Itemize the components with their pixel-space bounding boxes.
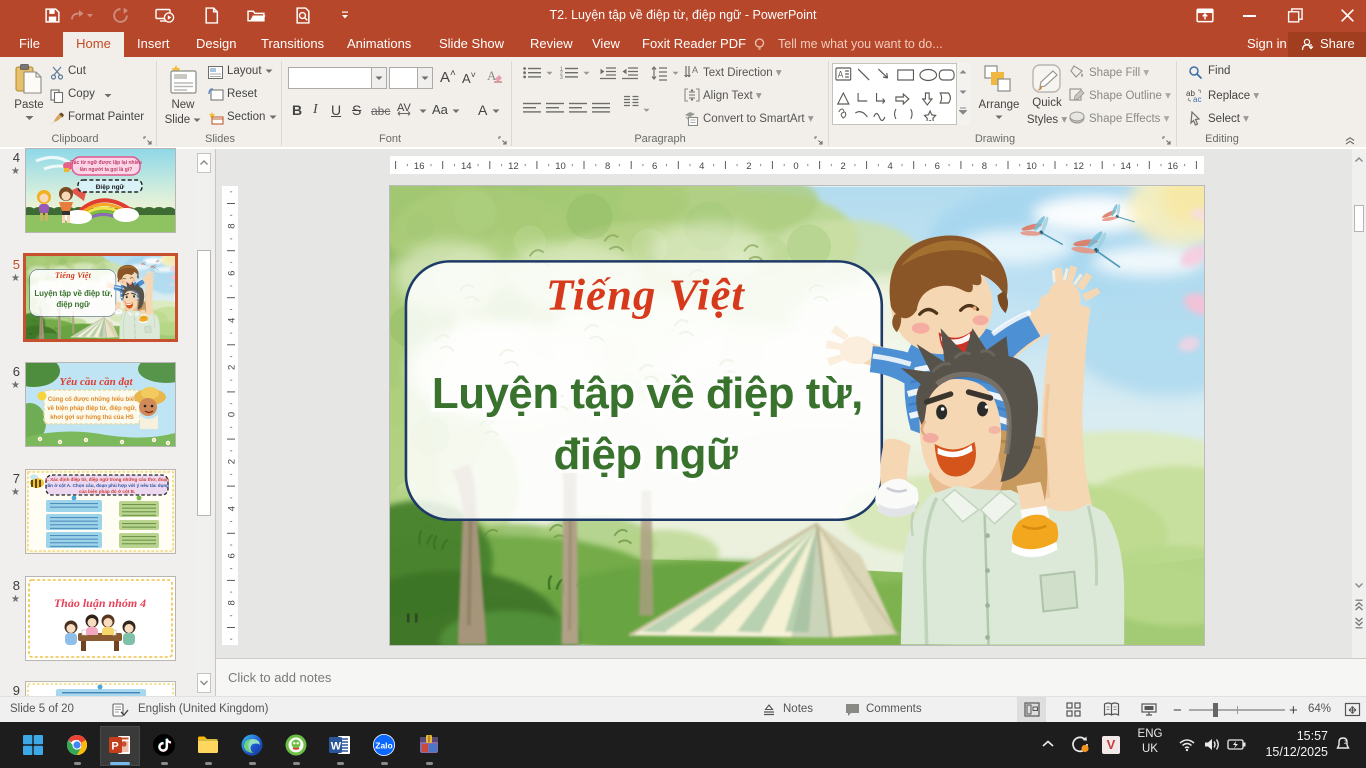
svg-text:6: 6 bbox=[652, 161, 657, 172]
svg-text:16: 16 bbox=[1168, 161, 1179, 172]
svg-text:14: 14 bbox=[461, 161, 472, 172]
svg-text:8: 8 bbox=[982, 161, 987, 172]
svg-text:khơi gợi sự hứng thú của HS: khơi gợi sự hứng thú của HS bbox=[50, 415, 134, 421]
svg-text:A: A bbox=[838, 69, 844, 79]
svg-text:4: 4 bbox=[699, 161, 704, 172]
svg-text:Củng cố được những hiểu biết: Củng cố được những hiểu biết bbox=[48, 396, 136, 403]
svg-text:2: 2 bbox=[746, 161, 751, 172]
svg-text:Điệp ngữ: Điệp ngữ bbox=[96, 184, 125, 191]
svg-text:4: 4 bbox=[227, 318, 238, 323]
svg-text:10: 10 bbox=[555, 161, 566, 172]
svg-text:12: 12 bbox=[1073, 161, 1084, 172]
svg-text:8: 8 bbox=[605, 161, 610, 172]
svg-text:8: 8 bbox=[227, 223, 238, 228]
svg-text:14: 14 bbox=[1120, 161, 1131, 172]
svg-text:4: 4 bbox=[227, 506, 238, 511]
svg-text:6: 6 bbox=[935, 161, 940, 172]
svg-text:1. Xác định điệp từ, điệp ngữ: 1. Xác định điệp từ, điệp ngữ trong nhữn… bbox=[45, 477, 169, 482]
svg-text:ac: ac bbox=[1193, 95, 1201, 103]
svg-text:Yêu cầu cần đạt: Yêu cầu cần đạt bbox=[59, 376, 133, 388]
svg-text:6: 6 bbox=[227, 271, 238, 276]
svg-text:Tiếng Việt: Tiếng Việt bbox=[55, 271, 92, 280]
svg-text:0: 0 bbox=[793, 161, 798, 172]
svg-text:Zalo: Zalo bbox=[375, 741, 392, 751]
svg-text:12: 12 bbox=[508, 161, 519, 172]
svg-text:về biện pháp điệp từ, điệp ngữ: về biện pháp điệp từ, điệp ngữ, bbox=[47, 406, 137, 412]
svg-text:W: W bbox=[331, 741, 342, 753]
svg-text:lần người ta gọi là gì?: lần người ta gọi là gì? bbox=[80, 167, 132, 173]
svg-text:Luyện tập về điệp từ,: Luyện tập về điệp từ, bbox=[34, 289, 112, 298]
svg-text:2: 2 bbox=[227, 459, 238, 464]
svg-text:10: 10 bbox=[1026, 161, 1037, 172]
svg-text:0: 0 bbox=[227, 412, 238, 417]
svg-text:A: A bbox=[692, 65, 698, 75]
svg-text:z: z bbox=[1344, 740, 1347, 746]
svg-text:2: 2 bbox=[227, 365, 238, 370]
svg-text:2: 2 bbox=[840, 161, 845, 172]
svg-text:văn ở cột A. Chọn câu, đoạn ph: văn ở cột A. Chọn câu, đoạn phù hợp với … bbox=[45, 483, 169, 488]
svg-text:của biện pháp đó ở cột B.: của biện pháp đó ở cột B. bbox=[79, 489, 135, 494]
svg-text:16: 16 bbox=[414, 161, 425, 172]
svg-text:Thảo luận nhóm 4: Thảo luận nhóm 4 bbox=[54, 596, 146, 610]
svg-text:3: 3 bbox=[560, 75, 563, 80]
svg-text:Luyện tập về điệp từ,: Luyện tập về điệp từ, bbox=[432, 369, 863, 418]
svg-text:Các từ ngữ được lặp lại nhiều: Các từ ngữ được lặp lại nhiều bbox=[70, 160, 142, 166]
svg-text:Tiếng Việt: Tiếng Việt bbox=[546, 269, 746, 319]
svg-text:4: 4 bbox=[888, 161, 893, 172]
svg-text:8: 8 bbox=[227, 600, 238, 605]
svg-text:P: P bbox=[111, 741, 118, 753]
svg-text:A: A bbox=[487, 68, 497, 83]
svg-text:6: 6 bbox=[227, 553, 238, 558]
svg-text:điệp ngữ: điệp ngữ bbox=[56, 300, 90, 309]
svg-text:điệp ngữ: điệp ngữ bbox=[553, 430, 737, 479]
